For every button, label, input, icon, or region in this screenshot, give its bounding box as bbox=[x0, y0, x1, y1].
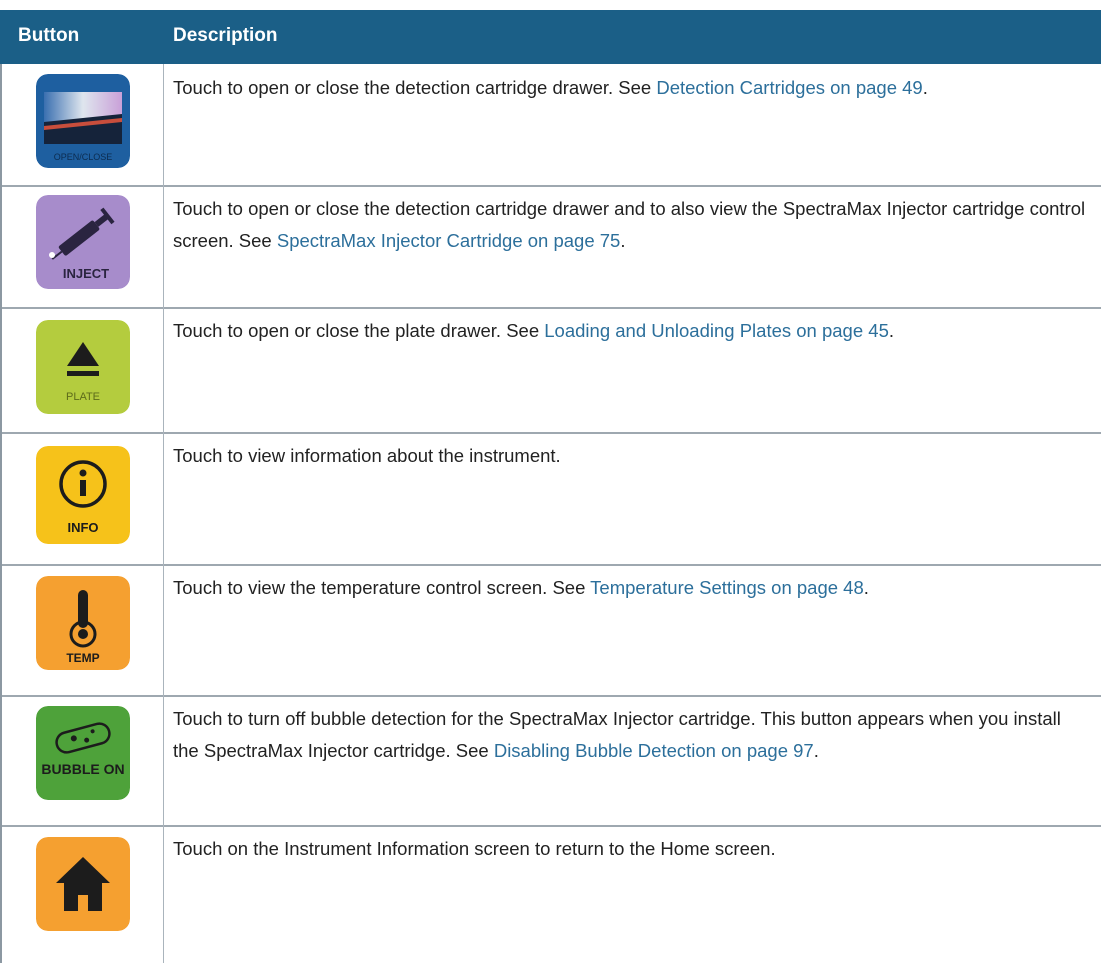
plate-icon-label: PLATE bbox=[66, 391, 100, 403]
table-left-border bbox=[0, 64, 2, 963]
table-row: BUBBLE ON Touch to turn off bubble detec… bbox=[0, 695, 1101, 827]
inject-icon: INJECT bbox=[36, 195, 130, 289]
plate-eject-icon: PLATE bbox=[36, 320, 130, 414]
home-icon bbox=[36, 837, 130, 931]
table-column-divider bbox=[163, 64, 164, 963]
link-disabling-bubble-detection[interactable]: Disabling Bubble Detection on page 97 bbox=[494, 740, 814, 761]
link-loading-unloading-plates[interactable]: Loading and Unloading Plates on page 45 bbox=[544, 320, 889, 341]
bubble-detection-icon: BUBBLE ON bbox=[36, 706, 130, 800]
temp-icon-label: TEMP bbox=[66, 651, 99, 665]
row-description: Touch to view information about the inst… bbox=[173, 445, 561, 466]
info-icon: INFO bbox=[36, 446, 130, 544]
header-button: Button bbox=[18, 25, 80, 46]
table-row: INFO Touch to view information about the… bbox=[0, 432, 1101, 566]
table-row: PLATE Touch to open or close the plate d… bbox=[0, 307, 1101, 434]
table-row: Touch on the Instrument Information scre… bbox=[0, 825, 1101, 965]
row-description: Touch to open or close the plate drawer.… bbox=[173, 320, 894, 341]
table-header: Button Description bbox=[0, 10, 1101, 64]
row-description: Touch to open or close the detection car… bbox=[173, 198, 1086, 251]
inject-icon-label: INJECT bbox=[63, 266, 109, 281]
link-detection-cartridges[interactable]: Detection Cartridges on page 49 bbox=[656, 77, 922, 98]
row-description: Touch to open or close the detection car… bbox=[173, 77, 928, 98]
open-close-drawer-icon: OPEN/CLOSE bbox=[36, 74, 130, 168]
link-temperature-settings[interactable]: Temperature Settings on page 48 bbox=[590, 577, 864, 598]
thermometer-icon: TEMP bbox=[36, 576, 130, 670]
header-description: Description bbox=[173, 25, 278, 46]
link-spectramax-injector-cartridge[interactable]: SpectraMax Injector Cartridge on page 75 bbox=[277, 230, 620, 251]
open-close-icon-label: OPEN/CLOSE bbox=[54, 152, 113, 162]
row-description: Touch to turn off bubble detection for t… bbox=[173, 708, 1061, 761]
row-description: Touch to view the temperature control sc… bbox=[173, 577, 869, 598]
table-row: INJECT Touch to open or close the detect… bbox=[0, 185, 1101, 309]
table-row: OPEN/CLOSE Touch to open or close the de… bbox=[0, 64, 1101, 187]
bubble-icon-label: BUBBLE ON bbox=[41, 761, 124, 777]
table-row: TEMP Touch to view the temperature contr… bbox=[0, 564, 1101, 697]
info-icon-label: INFO bbox=[67, 520, 98, 535]
row-description: Touch on the Instrument Information scre… bbox=[173, 838, 776, 859]
